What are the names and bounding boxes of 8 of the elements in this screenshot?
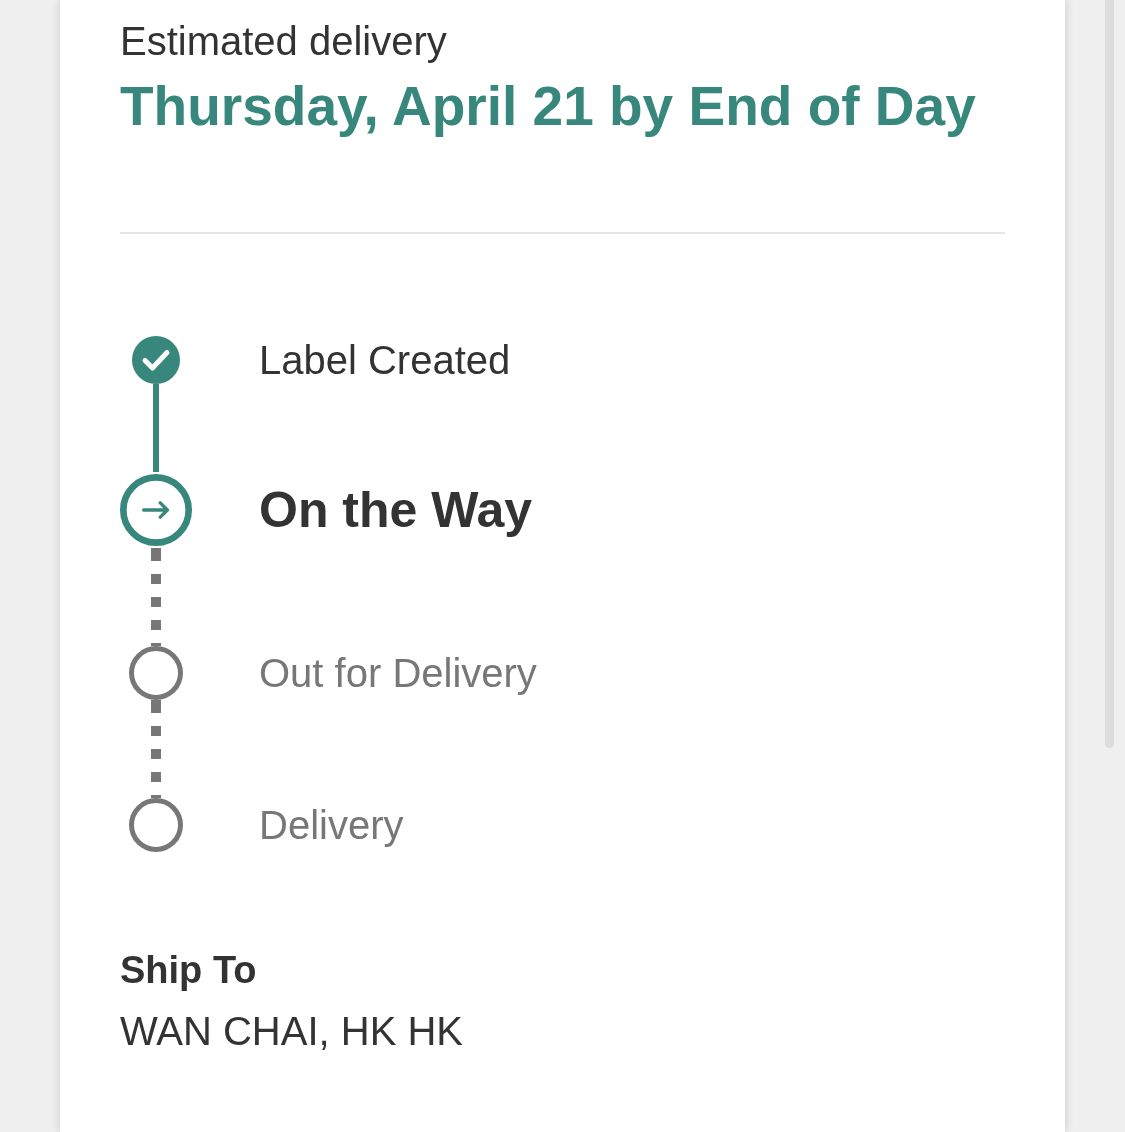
estimated-delivery-label: Estimated delivery [120,18,447,64]
estimated-delivery-date: Thursday, April 21 by End of Day [120,74,976,138]
step-label: Out for Delivery [259,650,537,696]
ship-to-address: WAN CHAI, HK HK [120,1008,463,1054]
ship-to-label: Ship To [120,948,257,992]
step-label: Delivery [259,802,404,848]
step-label: On the Way [259,481,533,539]
step-label: Label Created [259,337,511,383]
